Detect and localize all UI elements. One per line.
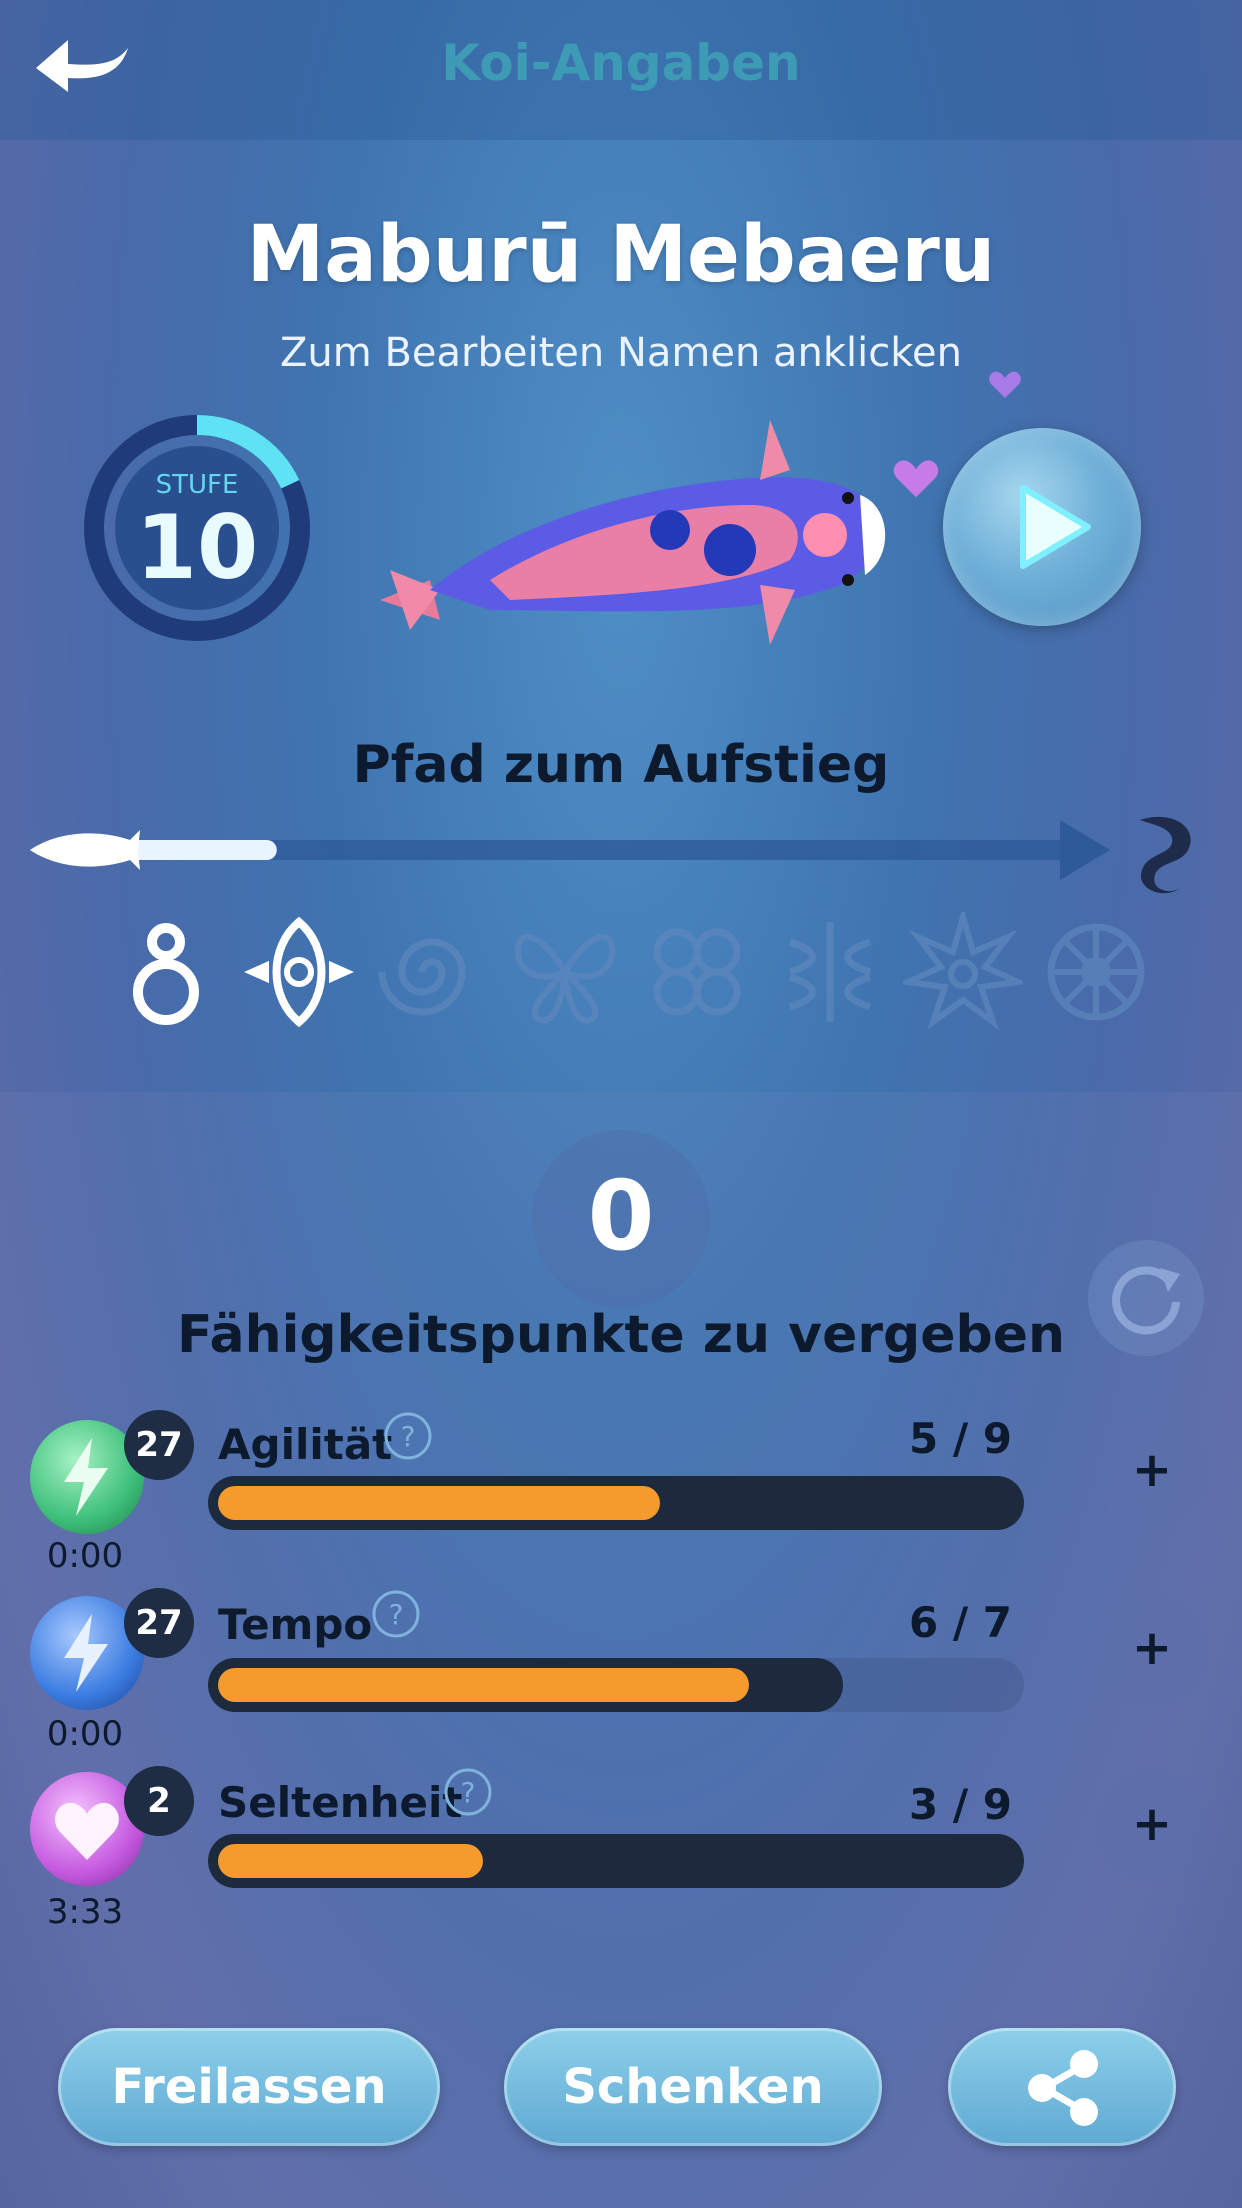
path-title: Pfad zum Aufstieg [352,735,890,795]
stat-bar-fill [218,1668,749,1702]
svg-text:?: ? [461,1776,476,1809]
path-symbols [106,912,1156,1032]
koi-fish [380,420,886,645]
heart-icon [893,460,939,498]
add-agility-button[interactable]: + [1094,1414,1210,1530]
wheel-symbol-icon [1047,923,1145,1021]
flower-symbol-icon [789,922,872,1022]
stat-row-tempo: 27 0:00 Tempo ? 6 / 7 + [0,1588,1242,1758]
stat-name: Seltenheit [218,1778,463,1827]
skill-points-value: 0 [587,1160,655,1272]
stat-timer: 3:33 [46,1892,124,1932]
stat-timer: 0:00 [46,1536,124,1576]
spiral-symbol-icon [378,938,466,1016]
lotus-symbol-icon [243,916,354,1028]
stat-bar-fill [218,1486,661,1520]
share-icon [1028,2050,1098,2126]
stat-name: Agilität [218,1420,393,1469]
stat-name: Tempo [218,1600,373,1649]
clover-symbol-icon [653,928,741,1016]
help-icon[interactable]: ? [382,1410,434,1462]
stat-value: 5 / 9 [908,1414,1012,1463]
heart-icon [989,371,1021,398]
help-icon[interactable]: ? [442,1766,494,1818]
help-icon[interactable]: ? [370,1588,422,1640]
svg-text:?: ? [401,1420,416,1453]
butterfly-symbol-icon [514,934,615,1024]
stat-bar-fill [218,1844,484,1878]
stat-value: 3 / 9 [908,1780,1012,1829]
skill-points-label: Fähigkeitspunkte zu vergeben [177,1305,1065,1365]
item-count-badge: 27 [124,1588,194,1658]
level-value: 10 [135,496,259,599]
release-button[interactable]: Freilassen [58,2028,440,2146]
screen-title: Koi-Angaben [441,34,801,92]
play-button[interactable] [943,428,1141,626]
item-count-badge: 27 [124,1410,194,1480]
ascension-path [30,816,1191,894]
koi-name[interactable]: Maburū Mebaeru [0,210,1242,300]
add-tempo-button[interactable]: + [1094,1592,1210,1708]
add-rarity-button[interactable]: + [1094,1768,1210,1884]
stat-row-rarity: 2 3:33 Seltenheit ? 3 / 9 + [0,1766,1242,1936]
gift-button[interactable]: Schenken [504,2028,882,2146]
share-button[interactable] [948,2028,1176,2146]
stat-row-agility: 27 0:00 Agilität ? 5 / 9 + [0,1410,1242,1580]
svg-text:?: ? [389,1598,404,1631]
stat-value: 6 / 7 [908,1598,1012,1647]
name-edit-hint: Zum Bearbeiten Namen anklicken [280,330,962,376]
stat-timer: 0:00 [46,1714,124,1754]
dragon-silhouette-icon [1140,816,1191,894]
play-icon [1020,485,1091,569]
sun-symbol-icon [903,912,1024,1031]
ring-symbol-icon [133,923,199,1025]
item-count-badge: 2 [124,1766,194,1836]
koi-silhouette-icon [30,830,140,870]
